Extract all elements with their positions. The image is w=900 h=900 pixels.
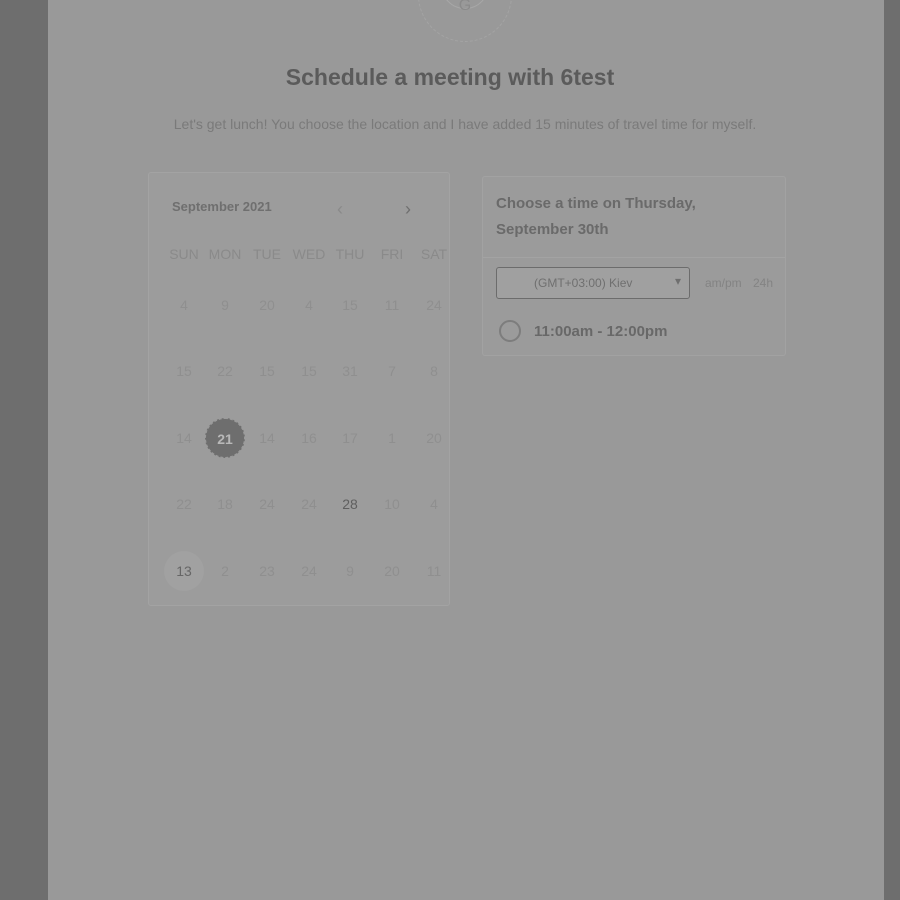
calendar-day[interactable]: 11 <box>414 551 454 591</box>
weekday-wed: WED <box>292 246 326 262</box>
calendar-day[interactable]: 4 <box>164 285 204 325</box>
chevron-right-icon[interactable]: › <box>405 200 411 218</box>
calendar-day[interactable]: 20 <box>372 551 412 591</box>
calendar-day[interactable]: 18 <box>205 484 245 524</box>
calendar-day[interactable]: 4 <box>289 285 329 325</box>
calendar-day[interactable]: 20 <box>414 418 454 458</box>
time-panel-header: Choose a time on Thursday, September 30t… <box>496 195 696 238</box>
calendar-day[interactable]: 22 <box>164 484 204 524</box>
calendar-day[interactable]: 15 <box>289 351 329 391</box>
weekday-mon: MON <box>208 246 242 262</box>
weekday-thu: THU <box>335 246 365 262</box>
calendar-day[interactable]: 15 <box>247 351 287 391</box>
caret-down-icon: ▾ <box>674 274 681 288</box>
avatar-glyph: G <box>458 0 472 14</box>
chevron-left-icon[interactable]: ‹ <box>337 200 343 218</box>
page-subtitle: Let's get lunch! You choose the location… <box>173 116 757 132</box>
timezone-select-value: (GMT+03:00) Kiev <box>534 276 633 290</box>
calendar-weekday-header: SUN MON TUE WED THU FRI SAT <box>149 246 449 266</box>
weekday-tue: TUE <box>253 246 281 262</box>
timezone-select[interactable]: (GMT+03:00) Kiev ▾ <box>496 267 690 299</box>
calendar-day-selected[interactable]: 21 <box>205 418 245 458</box>
calendar-day[interactable]: 16 <box>289 418 329 458</box>
weekday-sat: SAT <box>420 246 448 262</box>
calendar-day[interactable]: 8 <box>414 351 454 391</box>
calendar-day[interactable]: 24 <box>289 484 329 524</box>
format-ampm-toggle[interactable]: am/pm <box>705 276 742 290</box>
calendar-day[interactable]: 28 <box>330 484 370 524</box>
calendar-day[interactable]: 31 <box>330 351 370 391</box>
time-slot-panel: Choose a time on Thursday, September 30t… <box>482 176 786 356</box>
calendar-day[interactable]: 24 <box>289 551 329 591</box>
format-24h-toggle[interactable]: 24h <box>753 276 773 290</box>
calendar-day[interactable]: 15 <box>330 285 370 325</box>
calendar-day-today[interactable]: 13 <box>164 551 204 591</box>
calendar-day[interactable]: 1 <box>372 418 412 458</box>
calendar-day[interactable]: 24 <box>414 285 454 325</box>
time-slot-label[interactable]: 11:00am - 12:00pm <box>534 323 667 340</box>
calendar-month-label: September 2021 <box>172 199 272 214</box>
calendar-day[interactable]: 15 <box>164 351 204 391</box>
divider <box>483 257 785 258</box>
calendar-day[interactable]: 9 <box>205 285 245 325</box>
calendar-day[interactable]: 7 <box>372 351 412 391</box>
calendar-day[interactable]: 23 <box>247 551 287 591</box>
calendar-day[interactable]: 10 <box>372 484 412 524</box>
page-title: Schedule a meeting with 6test <box>285 64 615 90</box>
calendar-day[interactable]: 2 <box>205 551 245 591</box>
weekday-fri: FRI <box>380 246 404 262</box>
calendar-day[interactable]: 14 <box>164 418 204 458</box>
calendar-day[interactable]: 17 <box>330 418 370 458</box>
time-slot-radio[interactable] <box>499 320 521 342</box>
calendar-day[interactable]: 9 <box>330 551 370 591</box>
calendar-day[interactable]: 14 <box>247 418 287 458</box>
calendar-day[interactable]: 4 <box>414 484 454 524</box>
calendar-day[interactable]: 24 <box>247 484 287 524</box>
calendar: September 2021 ‹ › SUN MON TUE WED THU FRI SAT… <box>148 172 450 606</box>
weekday-sun: SUN <box>169 246 199 262</box>
calendar-day[interactable]: 20 <box>247 285 287 325</box>
calendar-day[interactable]: 22 <box>205 351 245 391</box>
calendar-day[interactable]: 11 <box>372 285 412 325</box>
